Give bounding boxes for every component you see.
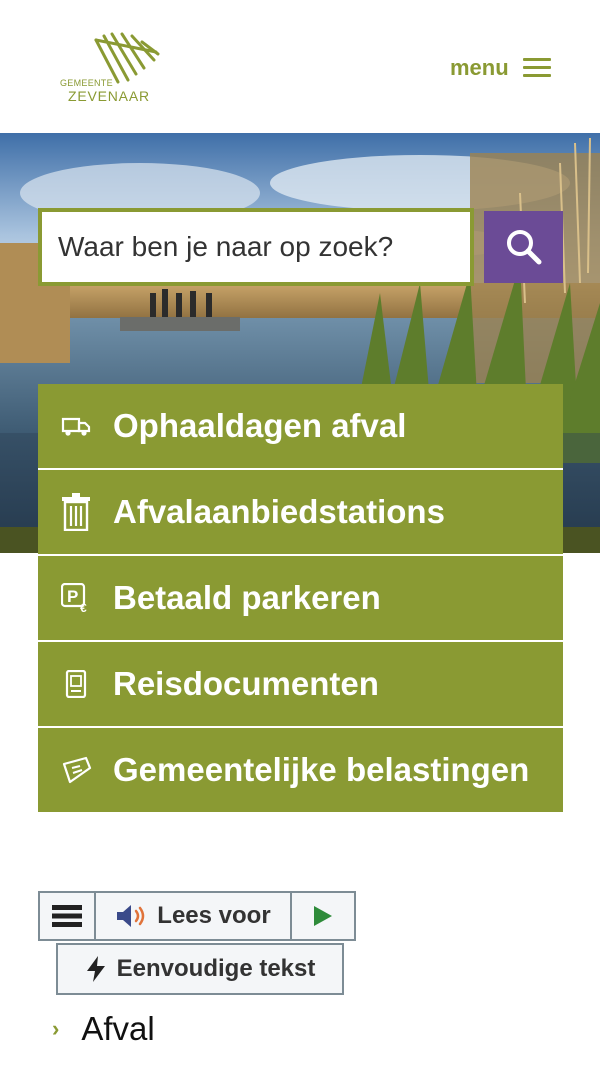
- simple-text-button[interactable]: Eenvoudige tekst: [56, 943, 344, 995]
- tile-label: Afvalaanbiedstations: [113, 493, 445, 530]
- listen-label: Lees voor: [157, 902, 271, 929]
- menu-icon: [52, 905, 82, 927]
- lightning-icon: [86, 956, 105, 982]
- search-icon: [506, 230, 541, 265]
- tile-gemeentelijke-belastingen[interactable]: Gemeentelijke belastingen: [38, 728, 563, 812]
- tile-label: Gemeentelijke belastingen: [113, 751, 530, 788]
- breadcrumb-afval[interactable]: › Afval: [52, 1010, 155, 1048]
- garbage-truck-icon: [61, 417, 90, 436]
- hamburger-icon: [522, 58, 551, 78]
- search-input[interactable]: [42, 212, 470, 282]
- menu-label: menu: [450, 55, 509, 80]
- logo-subtitle: GEMEENTE: [60, 78, 113, 88]
- search-field[interactable]: [38, 208, 474, 286]
- search-button[interactable]: [484, 211, 563, 283]
- readspeaker-menu-button[interactable]: [40, 893, 96, 939]
- play-icon: [314, 906, 332, 926]
- breadcrumb-label: Afval: [81, 1010, 155, 1047]
- play-button[interactable]: [292, 893, 354, 939]
- logo-title: ZEVENAAR: [68, 88, 150, 104]
- site-header: GEMEENTE ZEVENAAR menu: [0, 0, 600, 133]
- tile-ophaaldagen-afval[interactable]: Ophaaldagen afval: [38, 384, 563, 470]
- listen-button[interactable]: Lees voor: [96, 893, 292, 939]
- municipality-logo[interactable]: GEMEENTE ZEVENAAR: [56, 30, 166, 105]
- chevron-right-icon: ›: [52, 1016, 60, 1041]
- quick-links: Ophaaldagen afval Afvalaanbiedstations P…: [38, 384, 563, 812]
- tile-label: Betaald parkeren: [113, 579, 381, 616]
- tile-reisdocumenten[interactable]: Reisdocumenten: [38, 642, 563, 728]
- simple-text-label: Eenvoudige tekst: [116, 955, 316, 982]
- passport-icon: [65, 670, 86, 698]
- tax-ticket-icon: [62, 756, 91, 784]
- svg-text:€: €: [80, 601, 87, 613]
- menu-button[interactable]: menu: [450, 52, 551, 84]
- parking-euro-icon: P €: [60, 583, 87, 613]
- readspeaker-toolbar: Lees voor: [38, 891, 356, 941]
- tile-label: Reisdocumenten: [113, 665, 379, 702]
- speaker-icon: [117, 905, 145, 927]
- svg-text:P: P: [67, 587, 78, 606]
- trash-bin-icon: [61, 493, 90, 531]
- tile-betaald-parkeren[interactable]: P € Betaald parkeren: [38, 556, 563, 642]
- tile-label: Ophaaldagen afval: [113, 407, 407, 444]
- tile-afvalaanbiedstations[interactable]: Afvalaanbiedstations: [38, 470, 563, 556]
